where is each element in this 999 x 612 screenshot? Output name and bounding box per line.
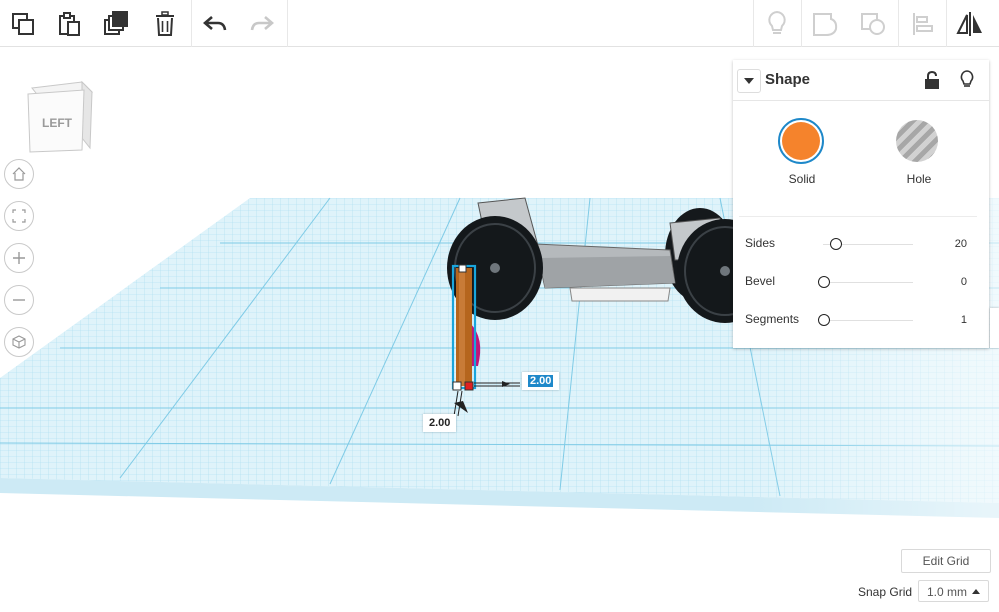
mirror-button[interactable] bbox=[947, 0, 993, 47]
width-dimension-value: 2.00 bbox=[528, 375, 554, 387]
solid-color-dot bbox=[782, 122, 820, 160]
sides-label: Sides bbox=[745, 236, 776, 250]
zoom-in-icon bbox=[13, 252, 25, 264]
segments-slider[interactable] bbox=[823, 320, 913, 321]
edit-grid-button[interactable]: Edit Grid bbox=[901, 549, 991, 573]
redo-icon bbox=[250, 15, 274, 30]
snap-grid-select[interactable]: 1.0 mm bbox=[918, 580, 989, 602]
lightbulb-icon[interactable] bbox=[960, 70, 974, 90]
copy-button[interactable] bbox=[0, 0, 46, 47]
panel-header: Shape bbox=[733, 60, 989, 101]
segments-slider-knob[interactable] bbox=[818, 314, 830, 326]
view-cube[interactable]: LEFT bbox=[22, 76, 102, 156]
copy-icon bbox=[12, 12, 34, 35]
zoom-out-button[interactable] bbox=[4, 285, 34, 315]
duplicate-button[interactable] bbox=[94, 0, 140, 47]
hole-swatch bbox=[896, 120, 938, 162]
sides-slider-knob[interactable] bbox=[830, 238, 842, 250]
ungroup-icon bbox=[861, 12, 885, 35]
shape-inspector-panel: Shape Solid Hole Sides 20 Bevel 0 Segmen… bbox=[733, 60, 989, 348]
width-dimension-input[interactable]: 2.00 bbox=[522, 372, 560, 390]
toolbar-divider bbox=[287, 0, 288, 47]
bevel-value[interactable]: 0 bbox=[961, 276, 967, 288]
trash-icon bbox=[156, 10, 174, 36]
duplicate-icon bbox=[104, 10, 128, 35]
home-view-icon bbox=[12, 167, 26, 181]
zoom-in-button[interactable] bbox=[4, 243, 34, 273]
ortho-view-button[interactable] bbox=[4, 327, 34, 357]
depth-dimension-value: 2.00 bbox=[429, 417, 451, 429]
solid-label: Solid bbox=[788, 172, 816, 186]
bevel-slider-knob[interactable] bbox=[818, 276, 830, 288]
paste-button[interactable] bbox=[46, 0, 92, 47]
caret-up-icon bbox=[972, 589, 980, 594]
bevel-slider[interactable] bbox=[823, 282, 913, 283]
delete-button[interactable] bbox=[142, 0, 188, 47]
align-button[interactable] bbox=[899, 0, 945, 47]
fit-view-icon bbox=[12, 209, 26, 223]
tips-button[interactable] bbox=[754, 0, 800, 47]
panel-divider bbox=[739, 216, 977, 217]
hole-label: Hole bbox=[906, 172, 932, 186]
param-row-sides: Sides 20 bbox=[733, 234, 989, 258]
paste-icon bbox=[59, 11, 80, 36]
param-row-segments: Segments 1 bbox=[733, 310, 989, 334]
view-cube-label: LEFT bbox=[42, 116, 72, 130]
group-button[interactable] bbox=[802, 0, 848, 47]
undo-icon bbox=[203, 15, 227, 30]
edit-grid-label: Edit Grid bbox=[922, 554, 970, 568]
chevron-down-icon bbox=[744, 78, 754, 84]
depth-dimension-input[interactable]: 2.00 bbox=[423, 414, 457, 432]
segments-label: Segments bbox=[745, 312, 800, 326]
panel-title: Shape bbox=[765, 71, 811, 88]
ortho-view-icon bbox=[12, 335, 26, 349]
redo-button[interactable] bbox=[239, 0, 285, 47]
home-view-button[interactable] bbox=[4, 159, 34, 189]
undo-button[interactable] bbox=[192, 0, 238, 47]
param-row-bevel: Bevel 0 bbox=[733, 272, 989, 296]
panel-edge-handle[interactable] bbox=[990, 308, 999, 348]
segments-value[interactable]: 1 bbox=[961, 314, 967, 326]
zoom-out-icon bbox=[13, 299, 25, 301]
group-icon bbox=[813, 12, 838, 36]
lock-icon[interactable] bbox=[924, 71, 940, 89]
collapse-button[interactable] bbox=[737, 69, 761, 93]
align-icon bbox=[913, 12, 933, 35]
toolbar bbox=[0, 0, 999, 47]
hole-option[interactable]: Hole bbox=[894, 118, 946, 188]
mirror-icon bbox=[956, 11, 982, 36]
sides-value[interactable]: 20 bbox=[955, 238, 967, 250]
bevel-label: Bevel bbox=[745, 274, 776, 288]
snap-grid-value: 1.0 mm bbox=[927, 585, 968, 599]
solid-swatch bbox=[778, 118, 824, 164]
fit-view-button[interactable] bbox=[4, 201, 34, 231]
ungroup-button[interactable] bbox=[850, 0, 896, 47]
lightbulb-icon bbox=[768, 10, 786, 34]
snap-grid-label: Snap Grid bbox=[858, 585, 913, 599]
solid-option[interactable]: Solid bbox=[777, 118, 829, 188]
